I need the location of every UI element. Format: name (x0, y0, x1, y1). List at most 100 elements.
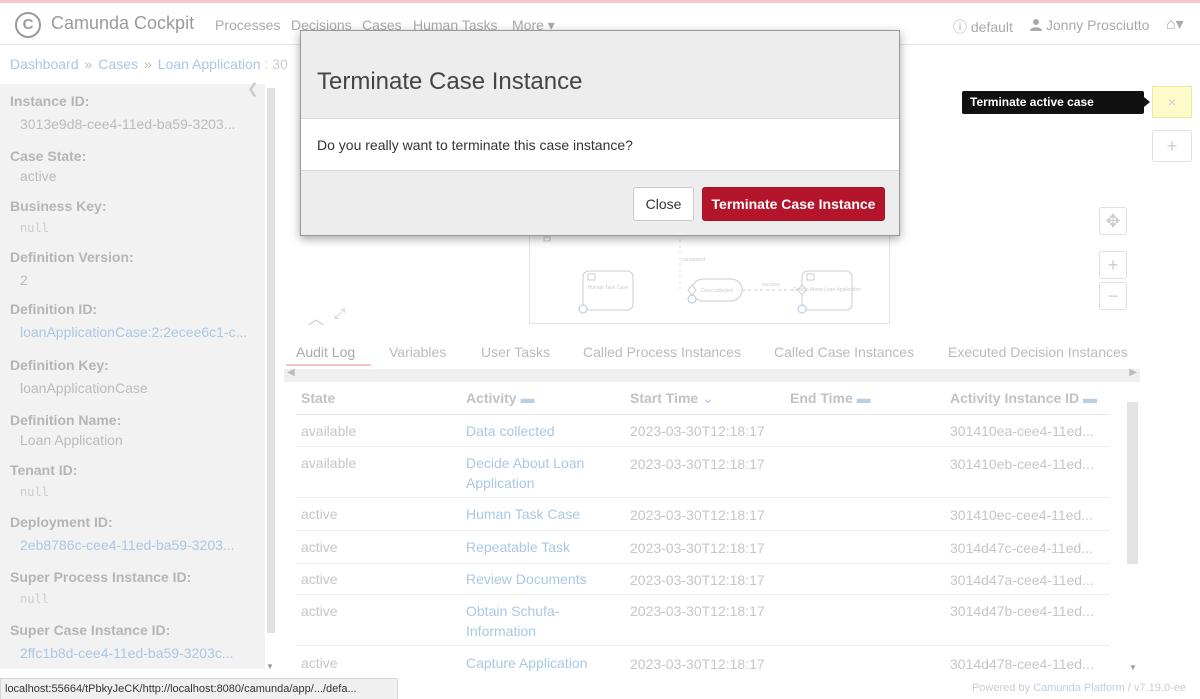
tab-audit-log[interactable]: Audit Log (296, 344, 355, 360)
user-icon (1030, 19, 1042, 31)
activity-link[interactable]: Data collected (466, 421, 555, 441)
sidebar-tenant-id: Tenant ID: null (10, 462, 78, 499)
sidebar-business-key: Business Key: null (10, 198, 107, 235)
terminate-case-instance-button[interactable]: × (1152, 86, 1192, 118)
modal-body-text: Do you really want to terminate this cas… (317, 137, 633, 153)
column-header-activity[interactable]: Activity ▬ (466, 390, 534, 406)
sidebar-definition-version: Definition Version: 2 (10, 249, 134, 288)
breadcrumb-colon: : (260, 56, 273, 72)
table-row: active Human Task Case 2023-03-30T12:18:… (296, 498, 1110, 531)
instance-details-sidebar: Instance ID: 3013e9d8-cee4-11ed-ba59-3203… (0, 84, 265, 669)
terminate-case-instance-dialog: Terminate Case Instance Do you really wa… (300, 30, 900, 236)
column-header-start-time[interactable]: Start Time ⌄ (630, 390, 714, 407)
browser-status-bar: localhost:55664/tPbkyJeCK/http://localho… (0, 678, 398, 699)
engine-name: default (970, 19, 1013, 35)
terminate-tooltip: Terminate active case instance (962, 91, 1150, 132)
table-row: active Repeatable Task 2023-03-30T12:18:… (296, 531, 1110, 564)
sort-neutral-icon[interactable]: ▬ (520, 390, 534, 406)
tab-called-process-instances[interactable]: Called Process Instances (583, 344, 741, 360)
table-row: active Obtain Schufa-Information 2023-03… (296, 595, 1110, 646)
sidebar-super-case-instance-id: Super Case Instance ID: 2ffc1b8d-cee4-11e… (10, 622, 234, 661)
zoom-out-icon[interactable]: − (1099, 282, 1127, 310)
camunda-platform-link[interactable]: Camunda Platform (1033, 682, 1125, 694)
engine-selector[interactable]: ⓘ default (953, 17, 1013, 37)
detail-tabs: Audit Log Variables User Tasks Called Pr… (296, 344, 1136, 368)
column-header-end-time[interactable]: End Time ▬ (790, 390, 871, 406)
diagram-label-data-collected: Data collected (701, 288, 733, 294)
activity-link[interactable]: Repeatable Task (466, 537, 570, 557)
sidebar-definition-key: Definition Key: loanApplicationCase (10, 357, 148, 396)
tab-executed-decision-instances[interactable]: Executed Decision Instances (948, 344, 1128, 360)
diagram-label-completed: completed (682, 257, 705, 263)
collapse-diagram-chevron-icon[interactable]: ︿ (308, 305, 324, 329)
table-scrollbar[interactable]: ▼ (1127, 396, 1140, 672)
user-name: Jonny Prosciutto (1045, 17, 1150, 33)
sidebar-case-state: Case State: active (10, 148, 87, 184)
breadcrumb-separator: » (143, 56, 152, 72)
activity-link[interactable]: Obtain Schufa-Information (466, 601, 576, 641)
diagram-label-decide: Decide About Loan Application (793, 287, 861, 293)
table-scroll-down-icon[interactable]: ▼ (1129, 663, 1137, 672)
home-menu-icon[interactable]: ⌂▾ (1166, 14, 1184, 34)
sidebar-super-process-instance-id: Super Process Instance ID: null (10, 569, 192, 606)
breadcrumb: Dashboard » Cases » Loan Application : 30 (10, 56, 288, 72)
sidebar-definition-name: Definition Name: Loan Application (10, 412, 123, 448)
breadcrumb-dashboard[interactable]: Dashboard (10, 56, 79, 72)
modal-title: Terminate Case Instance (317, 68, 583, 95)
definition-id-link[interactable]: loanApplicationCase:2:2ecee6c1-c... (20, 324, 247, 340)
case-diagram-canvas: completed Human Task Case Data collected… (543, 233, 861, 314)
scroll-left-arrow-icon[interactable]: ◀ (287, 367, 295, 378)
collapse-sidebar-chevron-icon[interactable]: ❮ (247, 80, 259, 97)
sidebar-deployment-id: Deployment ID: 2eb8786c-cee4-11ed-ba59-32… (10, 514, 235, 553)
info-icon: ⓘ (953, 19, 967, 35)
deployment-id-link[interactable]: 2eb8786c-cee4-11ed-ba59-3203... (20, 537, 235, 553)
modal-header: Terminate Case Instance (301, 31, 899, 119)
footer: Powered by Camunda Platform / v7.19.0-ee (971, 682, 1186, 694)
sidebar-definition-id: Definition ID: loanApplicationCase:2:2ece… (10, 301, 248, 340)
confirm-terminate-button[interactable]: Terminate Case Instance (702, 187, 885, 221)
diagram-label-human-task: Human Task Case (588, 285, 629, 291)
sort-neutral-icon[interactable]: ▬ (1083, 390, 1097, 406)
column-header-activity-instance-id[interactable]: Activity Instance ID ▬ (950, 390, 1097, 406)
app-name[interactable]: Camunda Cockpit (51, 13, 194, 34)
activity-link[interactable]: Review Documents (466, 569, 587, 589)
table-row: active Review Documents 2023-03-30T12:18… (296, 564, 1110, 595)
sidebar-instance-id: Instance ID: 3013e9d8-cee4-11ed-ba59-3203… (10, 93, 236, 132)
table-row: available Data collected 2023-03-30T12:1… (296, 415, 1110, 447)
close-button[interactable]: Close (633, 187, 694, 221)
zoom-in-icon[interactable]: + (1099, 251, 1127, 279)
super-case-instance-link[interactable]: 2ffc1b8d-cee4-11ed-ba59-3203c... (20, 645, 234, 661)
sort-neutral-icon[interactable]: ▬ (857, 390, 871, 406)
sort-desc-icon[interactable]: ⌄ (702, 390, 714, 406)
table-row: available Decide About Loan Application … (296, 447, 1110, 498)
sidebar-scroll-thumb[interactable] (267, 88, 275, 633)
tab-called-case-instances[interactable]: Called Case Instances (774, 344, 914, 360)
scroll-right-arrow-icon[interactable]: ▶ (1129, 367, 1137, 378)
modal-footer: Close Terminate Case Instance (301, 170, 899, 235)
camunda-logo-icon[interactable]: C (15, 12, 41, 38)
breadcrumb-separator: » (84, 56, 93, 72)
user-menu[interactable]: Jonny Prosciutto (1030, 17, 1149, 33)
activity-link[interactable]: Human Task Case (466, 504, 580, 524)
breadcrumb-cases[interactable]: Cases (98, 56, 138, 72)
add-icon[interactable]: + (1152, 130, 1192, 162)
maximize-diagram-icon[interactable]: ⤢ (334, 305, 345, 322)
sidebar-scrollbar[interactable]: ▼ (265, 84, 278, 671)
tabs-scrollbar[interactable]: ◀ ▶ (284, 367, 1140, 382)
table-scroll-thumb[interactable] (1127, 402, 1138, 564)
breadcrumb-current: 30 (272, 56, 288, 72)
activity-link[interactable]: Capture Application (466, 653, 587, 673)
breadcrumb-loan-application[interactable]: Loan Application (158, 56, 261, 72)
diagram-label-success: success (762, 282, 781, 288)
tab-variables[interactable]: Variables (389, 344, 446, 360)
nav-processes[interactable]: Processes (215, 17, 280, 33)
table-header: State Activity ▬ Start Time ⌄ End Time ▬… (296, 384, 1110, 415)
activity-link[interactable]: Decide About Loan Application (466, 453, 616, 493)
table-row: active Capture Application 2023-03-30T12… (301, 653, 1094, 673)
scroll-down-arrow-icon[interactable]: ▼ (266, 662, 274, 671)
active-tab-indicator (286, 364, 371, 366)
case-diagram[interactable]: completed Human Task Case Data collected… (529, 232, 890, 324)
column-header-state[interactable]: State (301, 390, 335, 406)
tab-user-tasks[interactable]: User Tasks (481, 344, 550, 360)
reset-zoom-icon[interactable]: ✥ (1099, 207, 1127, 235)
